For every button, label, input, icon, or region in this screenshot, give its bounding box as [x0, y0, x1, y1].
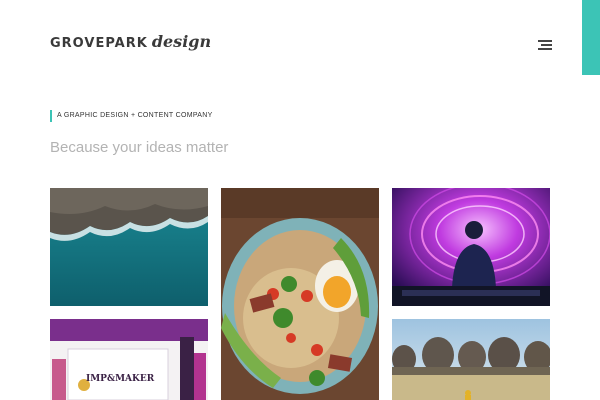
- tagline: A GRAPHIC DESIGN + CONTENT COMPANY: [50, 110, 213, 122]
- portfolio-tile-coastline[interactable]: [50, 188, 208, 306]
- branded-packaging-photo: [50, 319, 208, 400]
- field-with-trees-photo: [392, 319, 550, 400]
- ramen-bowl-photo: [221, 188, 379, 400]
- hamburger-menu-icon[interactable]: [536, 40, 552, 52]
- page-headline: Because your ideas matter: [50, 139, 229, 156]
- logo-wordmark: GROVEPARK: [50, 36, 148, 51]
- packaging-brand-text: IMP&MAKER: [86, 374, 155, 384]
- portfolio-tile-ramen[interactable]: [221, 188, 379, 400]
- portfolio-tile-dj[interactable]: [392, 188, 550, 306]
- aerial-coastline-photo: [50, 188, 208, 306]
- dj-neon-lights-photo: [392, 188, 550, 306]
- accent-bar: [582, 0, 600, 75]
- portfolio-tile-packaging[interactable]: IMP&MAKER: [50, 319, 208, 400]
- logo-script: design: [151, 32, 212, 51]
- site-logo[interactable]: GROVEPARK design: [50, 32, 211, 54]
- portfolio-tile-field[interactable]: [392, 319, 550, 400]
